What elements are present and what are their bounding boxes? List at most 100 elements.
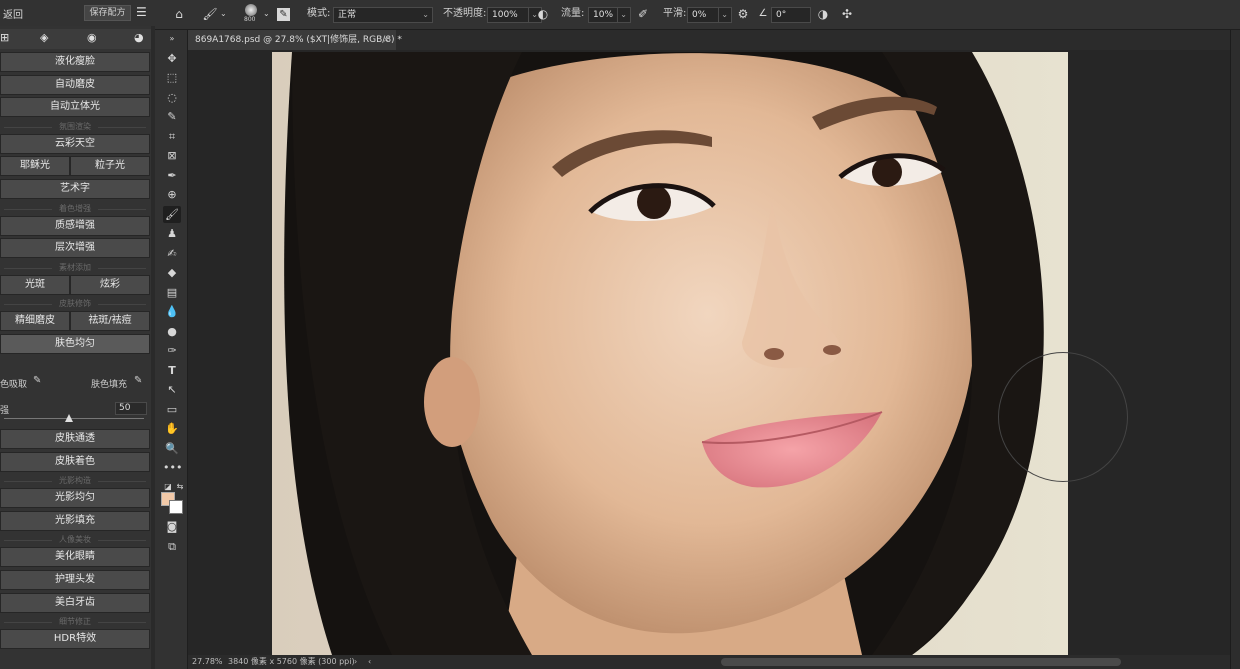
strength-slider-track[interactable] bbox=[4, 418, 144, 419]
brush-picker-dropdown[interactable]: ⌄ bbox=[263, 6, 270, 22]
options-bar: ⌂ 🖌 ⌄ 800 ⌄ ✎ 模式: 正常 ⌄ 不透明度: 100% ⌄ ◐ 流量:… bbox=[155, 0, 1240, 30]
panel-button[interactable]: 皮肤通透 bbox=[0, 429, 150, 449]
info-arrow-icon[interactable]: › bbox=[354, 655, 357, 669]
document-tab[interactable]: 869A1768.psd @ 27.8% ($XT|修饰层, RGB/8) * … bbox=[188, 30, 402, 50]
angle-field[interactable]: 0° bbox=[771, 7, 811, 23]
collapse-icon[interactable]: » bbox=[163, 30, 181, 47]
pressure-size-icon[interactable]: ◑ bbox=[815, 6, 831, 22]
zoom-tool-icon[interactable]: 🔍 bbox=[163, 440, 181, 457]
canvas-area[interactable] bbox=[188, 50, 1230, 655]
flow-dropdown[interactable]: ⌄ bbox=[617, 7, 631, 23]
eraser-icon[interactable]: ◈ bbox=[40, 31, 48, 44]
panel-button[interactable]: 自动磨皮 bbox=[0, 74, 150, 95]
strength-value-field[interactable]: 50 bbox=[115, 402, 147, 415]
close-icon[interactable]: × bbox=[382, 30, 390, 50]
screen-mode-icon[interactable]: ⧉ bbox=[163, 538, 181, 555]
smoothing-field[interactable]: 0% bbox=[687, 7, 719, 23]
flow-value: 10% bbox=[593, 10, 614, 20]
brush-size-preview[interactable] bbox=[245, 4, 257, 16]
flow-field[interactable]: 10% bbox=[588, 7, 618, 23]
panel-button[interactable]: 美化眼睛 bbox=[0, 547, 150, 568]
crop-tool-icon[interactable]: ⌗ bbox=[163, 128, 181, 145]
document-tab-title: 869A1768.psd @ 27.8% ($XT|修饰层, RGB/8) * bbox=[195, 35, 402, 45]
panel-button[interactable]: 炫彩 bbox=[70, 274, 150, 295]
strength-label: 强 bbox=[0, 406, 10, 416]
panel-button[interactable]: 液化瘦脸 bbox=[0, 52, 150, 72]
quick-mask-icon[interactable]: ◙ bbox=[163, 518, 181, 535]
history-brush-tool-icon[interactable]: ✍ bbox=[163, 245, 181, 262]
panel-button[interactable]: 精细磨皮 bbox=[0, 311, 70, 332]
strength-slider-thumb[interactable] bbox=[65, 414, 73, 422]
eyedropper-tool-icon[interactable]: ✒ bbox=[163, 167, 181, 184]
panel-button[interactable]: 肤色均匀 bbox=[0, 334, 150, 354]
panel-button[interactable]: HDR特效 bbox=[0, 629, 150, 650]
panel-button[interactable]: 质感增强 bbox=[0, 215, 150, 236]
dodge-tool-icon[interactable]: ● bbox=[163, 323, 181, 340]
grid-icon[interactable]: ⊞ bbox=[0, 31, 9, 44]
stamp-tool-icon[interactable]: ♟ bbox=[163, 225, 181, 242]
path-select-tool-icon[interactable]: ↖ bbox=[163, 381, 181, 398]
section-header: 氛围渲染 bbox=[0, 121, 150, 133]
save-recipe-button[interactable]: 保存配方 bbox=[84, 5, 131, 21]
layers-icon[interactable]: ◉ bbox=[87, 31, 97, 44]
panel-button[interactable]: 护理头发 bbox=[0, 570, 150, 590]
eye-icon[interactable]: ◕ bbox=[134, 31, 144, 44]
smoothing-value: 0% bbox=[692, 10, 707, 20]
smoothing-label: 平滑: bbox=[663, 8, 687, 19]
panel-button[interactable]: 艺术字 bbox=[0, 179, 150, 199]
section-header: 光影构造 bbox=[0, 475, 150, 487]
type-tool-icon[interactable]: T bbox=[163, 362, 181, 379]
portrait-photo[interactable] bbox=[272, 52, 1068, 655]
panel-button[interactable]: 皮肤着色 bbox=[0, 451, 150, 472]
marquee-tool-icon[interactable]: ⬚ bbox=[163, 69, 181, 86]
panel-button[interactable]: 云彩天空 bbox=[0, 133, 150, 154]
shape-tool-icon[interactable]: ▭ bbox=[163, 401, 181, 418]
healing-tool-icon[interactable]: ⊕ bbox=[163, 186, 181, 203]
move-tool-icon[interactable]: ✥ bbox=[163, 50, 181, 67]
scroll-left-icon[interactable]: ‹ bbox=[368, 655, 371, 669]
right-panel-strip[interactable] bbox=[1230, 30, 1240, 669]
back-button[interactable]: 返回 bbox=[3, 6, 23, 21]
panel-button[interactable]: 粒子光 bbox=[70, 156, 150, 177]
panel-button[interactable]: 光影均匀 bbox=[0, 488, 150, 509]
gradient-tool-icon[interactable]: ▤ bbox=[163, 284, 181, 301]
tool-preset-dropdown[interactable]: ⌄ bbox=[220, 6, 227, 22]
panel-button[interactable]: 耶稣光 bbox=[0, 156, 70, 177]
zoom-level[interactable]: 27.78% bbox=[192, 655, 223, 669]
brush-tool-icon[interactable]: 🖌 bbox=[163, 206, 181, 223]
panel-button[interactable]: 光斑 bbox=[0, 274, 70, 295]
opacity-value: 100% bbox=[492, 10, 518, 20]
blend-mode-select[interactable]: 正常 ⌄ bbox=[333, 7, 433, 23]
background-color-swatch[interactable] bbox=[169, 500, 183, 514]
smoothing-dropdown[interactable]: ⌄ bbox=[718, 7, 732, 23]
lasso-tool-icon[interactable]: ◌ bbox=[163, 89, 181, 106]
panel-button[interactable]: 层次增强 bbox=[0, 238, 150, 259]
symmetry-icon[interactable]: ✣ bbox=[839, 6, 855, 22]
horizontal-scrollbar[interactable] bbox=[721, 658, 1121, 666]
brush-cursor-circle bbox=[998, 352, 1128, 482]
brush-settings-icon[interactable]: ✎ bbox=[277, 8, 290, 21]
hamburger-menu-icon[interactable]: ☰ bbox=[136, 5, 150, 19]
panel-header: 返回 保存配方 ☰ bbox=[0, 0, 155, 26]
quick-select-tool-icon[interactable]: ✎ bbox=[163, 108, 181, 125]
fill-eyedropper-icon[interactable]: ✎ bbox=[134, 375, 142, 386]
section-header: 着色增强 bbox=[0, 203, 150, 215]
home-icon[interactable]: ⌂ bbox=[171, 6, 187, 22]
panel-button[interactable]: 祛斑/祛痘 bbox=[70, 311, 150, 332]
opacity-field[interactable]: 100% bbox=[487, 7, 529, 23]
frame-tool-icon[interactable]: ⊠ bbox=[163, 147, 181, 164]
pen-tool-icon[interactable]: ✑ bbox=[163, 342, 181, 359]
panel-button[interactable]: 美白牙齿 bbox=[0, 592, 150, 613]
pressure-opacity-icon[interactable]: ◐ bbox=[535, 6, 551, 22]
panel-button[interactable]: 自动立体光 bbox=[0, 97, 150, 118]
more-tools-icon[interactable]: ••• bbox=[163, 459, 182, 476]
hand-tool-icon[interactable]: ✋ bbox=[163, 420, 181, 437]
gear-icon[interactable]: ⚙ bbox=[735, 6, 751, 22]
airbrush-icon[interactable]: ✐ bbox=[635, 6, 651, 22]
document-tabs: 869A1768.psd @ 27.8% ($XT|修饰层, RGB/8) * … bbox=[188, 30, 1230, 50]
brush-tool-icon[interactable]: 🖌 bbox=[202, 6, 218, 22]
eraser-tool-icon[interactable]: ◆ bbox=[163, 264, 181, 281]
eyedropper-icon[interactable]: ✎ bbox=[33, 375, 41, 386]
panel-button[interactable]: 光影填充 bbox=[0, 510, 150, 531]
blur-tool-icon[interactable]: 💧 bbox=[163, 303, 181, 320]
